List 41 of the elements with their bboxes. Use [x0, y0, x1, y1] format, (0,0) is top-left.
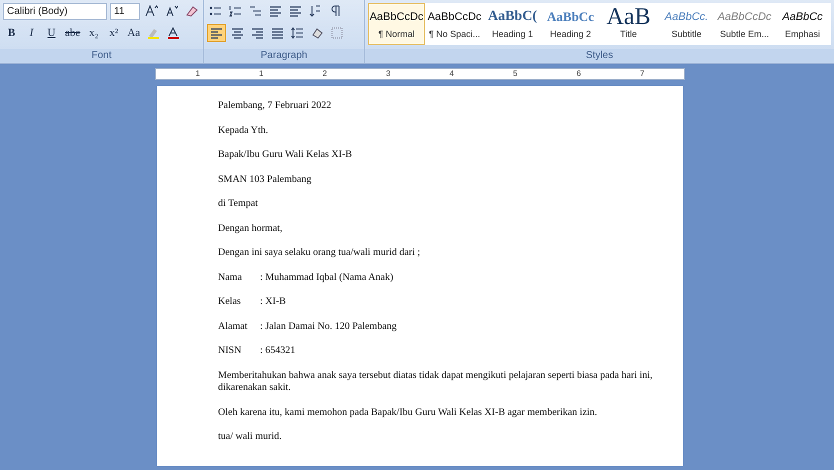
ruler-number: 1 — [259, 68, 264, 80]
document-paragraph: Palembang, 7 Februari 2022 — [218, 100, 332, 112]
document-paragraph: SMAN 103 Palembang — [218, 174, 312, 186]
ruler-number: 5 — [513, 68, 518, 80]
document-paragraph: Dengan ini saya selaku orang tua/wali murid dari ; — [218, 247, 422, 260]
field-value: : 654321 — [260, 345, 296, 358]
field-label: Alamat — [218, 320, 248, 333]
ruler-number: 4 — [450, 68, 454, 80]
ruler-number: 6 — [576, 68, 581, 80]
group-label: Font — [0, 49, 203, 63]
font-size-dropdown[interactable]: 11 — [110, 2, 140, 20]
document-paragraph: Bapak/Ibu Guru Wali Kelas XI-B — [218, 149, 353, 162]
format-button[interactable]: Aa — [125, 24, 142, 42]
format-button[interactable]: I — [23, 24, 40, 42]
style-gallery-item[interactable]: AaBbCcDc ¶ Normal — [368, 3, 425, 45]
ruler[interactable]: 1 1 2 3 4 5 6 7 — [155, 68, 685, 80]
format-button[interactable]: abe — [63, 24, 82, 42]
group-label: Paragraph — [204, 49, 364, 63]
document-paragraph: Kepada Yth. — [218, 124, 270, 137]
field-label: Nama — [218, 272, 243, 284]
document-paragraph: Oleh karena itu, kami memohon pada Bapak/Ibu Guru Wali Kelas XI-B agar memberikan izin. — [218, 406, 598, 419]
document-paragraph: di Tempat — [218, 198, 259, 210]
document-paragraph: Memberitahukan bahwa anak saya tersebut diatas tidak dapat mengikuti pelajaran seperti biasa pada hari ini, dikarenakan sakit. — [218, 370, 654, 394]
format-button[interactable]: x₂ — [85, 24, 102, 42]
ruler-number: 1 — [196, 68, 200, 80]
ruler-number: 2 — [322, 68, 327, 80]
format-button[interactable]: x² — [105, 24, 122, 42]
font-name-dropdown[interactable]: Calibri (Body) — [3, 2, 107, 20]
field-value: : Jalan Damai No. 120 Palembang — [260, 320, 397, 333]
format-button[interactable]: B — [3, 24, 20, 42]
document-paragraph: tua/ wali murid. — [218, 431, 283, 444]
document-paragraph: Dengan hormat, — [218, 222, 284, 235]
field-value: : Muhammad Iqbal (Nama Anak) — [260, 272, 394, 284]
ruler-number: 3 — [386, 68, 390, 80]
align-button[interactable] — [207, 24, 226, 42]
group-label: Styles — [365, 49, 834, 63]
field-label: NISN — [218, 345, 242, 358]
field-label: Kelas — [218, 296, 242, 308]
field-value: : XI-B — [260, 296, 286, 308]
ruler-number: 7 — [640, 68, 644, 80]
format-button[interactable]: U — [43, 24, 60, 42]
